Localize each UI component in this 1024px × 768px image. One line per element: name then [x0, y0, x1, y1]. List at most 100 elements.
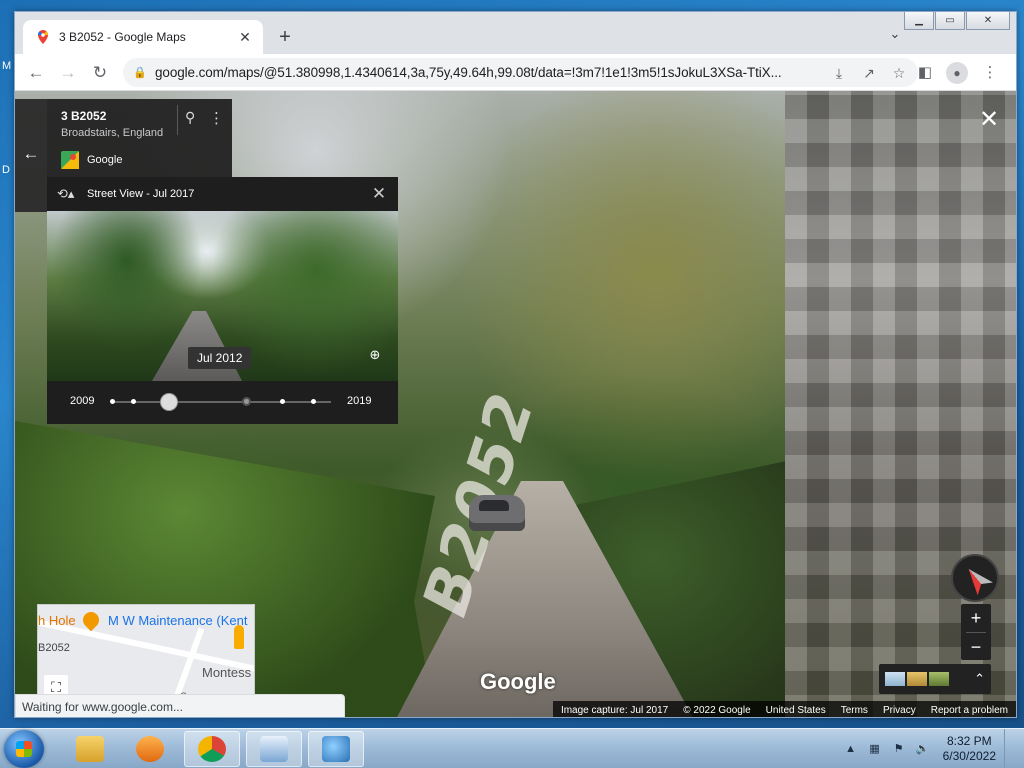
history-preview-image[interactable]: Jul 2012 ⊕ — [47, 211, 398, 381]
timeline-track[interactable] — [109, 393, 331, 411]
more-options-icon[interactable]: ⋮ — [209, 109, 224, 129]
media-player-icon — [136, 736, 164, 762]
expand-chevron-icon[interactable]: ⌃ — [974, 671, 985, 687]
compass-icon[interactable] — [951, 554, 999, 602]
zoom-in-button[interactable]: + — [961, 604, 991, 632]
privacy-link[interactable]: Privacy — [883, 705, 916, 716]
copyright-text: © 2022 Google — [683, 704, 751, 716]
street-view-canvas[interactable]: B2052 Google ✕ ← 3 B2052 Broadstairs, En… — [15, 91, 1016, 717]
page-loading-status: Waiting for www.google.com... — [15, 694, 345, 717]
timeline-start-year: 2009 — [70, 395, 95, 407]
timeline-date-dot[interactable] — [280, 399, 286, 404]
minimap-town-label: Montess — [202, 665, 252, 680]
minimap-poi-pin-icon[interactable] — [79, 608, 103, 632]
minimap[interactable]: h Hole M W Maintenance (Kent B2052 Monte… — [37, 604, 255, 704]
desktop-edge-letter: M — [2, 60, 12, 72]
share-icon[interactable]: ↗ — [858, 62, 880, 84]
timeline-date-dot[interactable] — [310, 399, 316, 404]
history-panel-title: Street View - Jul 2017 — [87, 188, 195, 200]
back-arrow-button[interactable]: ← — [15, 99, 47, 212]
photo-thumb[interactable] — [907, 672, 927, 686]
street-view-history-panel: ⟲▴ Street View - Jul 2017 ✕ Jul 2012 ⊕ 2… — [47, 177, 398, 424]
minimize-button[interactable]: ▁ — [904, 12, 934, 30]
card-divider — [177, 105, 178, 135]
network-globe-icon — [322, 736, 350, 762]
explorer-taskbar-item[interactable] — [62, 731, 118, 767]
photo-strip-toggle[interactable]: ⌃ — [879, 664, 991, 694]
chrome-taskbar-item[interactable] — [184, 731, 240, 767]
tab-close-icon[interactable]: ✕ — [237, 29, 253, 46]
preview-road — [152, 311, 242, 381]
zoom-out-button[interactable]: − — [961, 633, 991, 661]
map-pin-icon[interactable]: ⚲ — [185, 109, 201, 129]
system-clock[interactable]: 8:32 PM 6/30/2022 — [943, 734, 996, 764]
forward-button[interactable]: → — [55, 60, 81, 86]
window-close-button[interactable]: ✕ — [966, 12, 1010, 30]
show-desktop-button[interactable] — [1004, 729, 1016, 768]
minimap-poi-label[interactable]: M W Maintenance (Kent — [108, 613, 247, 628]
compass-needle — [961, 563, 993, 596]
attribution-bar: Image capture: Jul 2017 © 2022 Google Un… — [552, 701, 1016, 717]
control-panel-taskbar-item[interactable] — [246, 731, 302, 767]
bookmark-star-icon[interactable]: ☆ — [888, 62, 910, 84]
timeline-end-year: 2019 — [347, 395, 372, 407]
install-icon[interactable]: ⤓ — [828, 62, 850, 84]
network-taskbar-item[interactable] — [308, 731, 364, 767]
minimap-place-label: h Hole — [38, 613, 76, 628]
minimap-road-label: B2052 — [38, 642, 70, 654]
pegman-icon[interactable] — [234, 625, 244, 649]
timeline-date-dot[interactable] — [109, 399, 115, 404]
tab-title: 3 B2052 - Google Maps — [59, 30, 186, 44]
terms-link[interactable]: Terms — [841, 705, 868, 716]
photo-thumb[interactable] — [929, 672, 949, 686]
tab-strip: 3 B2052 - Google Maps ✕ + ⌄ ▁ ▭ ✕ — [15, 12, 1016, 54]
history-timeline: 2009 2019 — [47, 381, 398, 424]
control-panel-icon — [260, 736, 288, 762]
history-date-tooltip: Jul 2012 — [188, 347, 252, 369]
zoom-in-preview-icon[interactable]: ⊕ — [366, 347, 384, 365]
source-label: Google — [87, 154, 123, 166]
profile-avatar-icon[interactable]: ● — [946, 62, 968, 84]
clock-time: 8:32 PM — [946, 734, 992, 748]
browser-toolbar: ← → ↻ 🔒 google.com/maps/@51.380998,1.434… — [15, 54, 1016, 91]
reload-button[interactable]: ↻ — [87, 60, 113, 86]
tab-search-chevron-icon[interactable]: ⌄ — [885, 26, 905, 46]
google-watermark: Google — [480, 669, 556, 694]
source-attribution: Google — [61, 151, 122, 169]
lock-icon[interactable]: 🔒 — [133, 66, 147, 80]
history-clock-icon[interactable]: ⟲▴ — [57, 186, 79, 202]
system-tray: ▲ ▦ ⚑ 🔈 8:32 PM 6/30/2022 — [839, 729, 1024, 768]
region-link[interactable]: United States — [766, 705, 826, 716]
url-text[interactable]: google.com/maps/@51.380998,1.4340614,3a,… — [155, 65, 820, 80]
side-panel-icon[interactable]: ◧ — [912, 60, 938, 86]
tab-google-maps[interactable]: 3 B2052 - Google Maps ✕ — [23, 20, 263, 54]
windows-taskbar: ▲ ▦ ⚑ 🔈 8:32 PM 6/30/2022 — [0, 728, 1024, 768]
back-button[interactable]: ← — [23, 60, 49, 86]
address-subtitle: Broadstairs, England — [61, 127, 164, 139]
report-problem-link[interactable]: Report a problem — [931, 705, 1008, 716]
close-street-view-button[interactable]: ✕ — [974, 105, 1004, 135]
timeline-date-dot[interactable] — [131, 399, 137, 404]
window-controls: ▁ ▭ ✕ — [904, 12, 1010, 30]
timeline-slider-thumb[interactable] — [159, 393, 178, 411]
show-hidden-icons-icon[interactable]: ▲ — [843, 741, 859, 757]
history-panel-header: ⟲▴ Street View - Jul 2017 ✕ — [47, 177, 398, 211]
start-button[interactable] — [4, 730, 44, 768]
clock-date: 6/30/2022 — [942, 749, 996, 763]
browser-window: 3 B2052 - Google Maps ✕ + ⌄ ▁ ▭ ✕ ← → ↻ … — [14, 11, 1017, 718]
timeline-current-marker[interactable] — [241, 397, 251, 406]
photo-thumb[interactable] — [885, 672, 905, 686]
address-title: 3 B2052 — [61, 109, 107, 123]
network-status-icon[interactable]: ▦ — [867, 741, 883, 757]
desktop-edge-letter: D — [2, 164, 10, 176]
browser-menu-icon[interactable]: ⋮ — [977, 60, 1003, 86]
restore-button[interactable]: ▭ — [935, 12, 965, 30]
google-maps-logo-icon — [61, 151, 79, 169]
volume-icon[interactable]: 🔈 — [915, 741, 931, 757]
address-bar[interactable]: 🔒 google.com/maps/@51.380998,1.4340614,3… — [123, 58, 918, 87]
media-player-taskbar-item[interactable] — [122, 731, 178, 767]
new-tab-button[interactable]: + — [273, 26, 297, 50]
history-close-icon[interactable]: ✕ — [370, 185, 388, 203]
scenery-car — [469, 495, 525, 531]
action-center-flag-icon[interactable]: ⚑ — [891, 741, 907, 757]
